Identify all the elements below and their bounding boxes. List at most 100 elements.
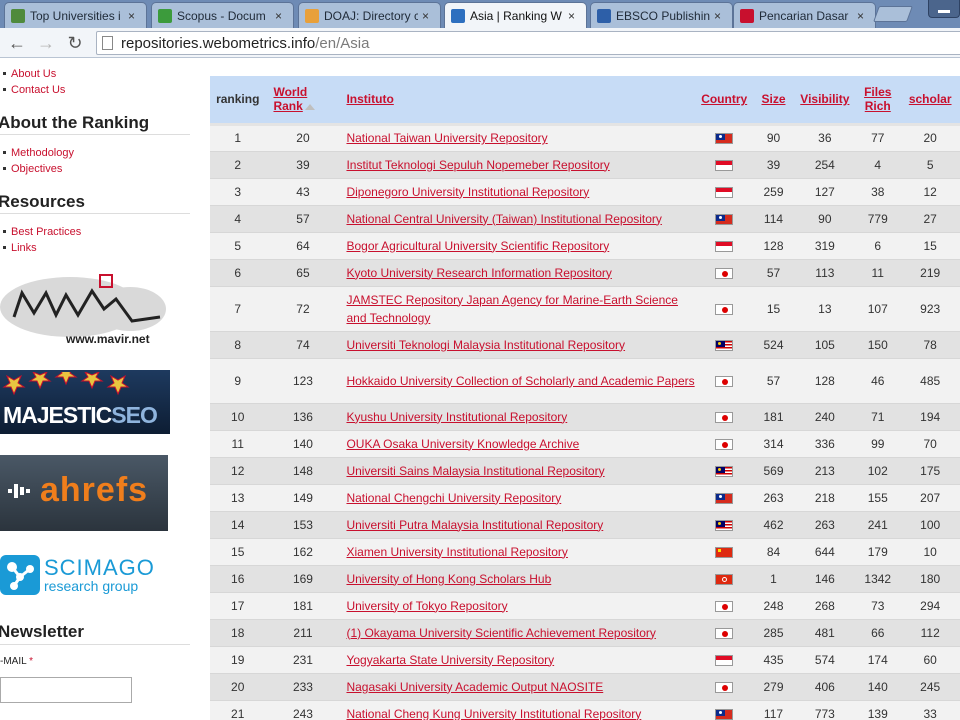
files-rich-cell: 66: [855, 619, 901, 647]
scimago-logo[interactable]: SCIMAGO research group: [0, 551, 168, 601]
table-row: 11 140 OUKA Osaka University Knowledge Arc…: [210, 430, 960, 458]
size-cell: 15: [752, 286, 795, 332]
sidebar-link-best-practices[interactable]: Best Practices: [0, 226, 81, 238]
column-header-instituto[interactable]: Instituto: [340, 76, 696, 126]
majestic-seo-logo[interactable]: MAJESTICSEO: [0, 370, 170, 434]
scholar-cell: 207: [900, 484, 960, 512]
table-row: 14 153 Universiti Putra Malaysia Instituti…: [210, 511, 960, 539]
institution-cell: Universiti Putra Malaysia Institutional …: [340, 511, 696, 539]
column-header-scholar[interactable]: scholar: [900, 76, 960, 126]
sidebar-link-methodology[interactable]: Methodology: [0, 147, 74, 159]
files-rich-cell: 139: [855, 700, 901, 720]
scholar-sort-link[interactable]: scholar: [909, 92, 952, 106]
institution-cell: Nagasaki University Academic Output NAOS…: [340, 673, 696, 701]
instituto-sort-link[interactable]: Instituto: [346, 92, 393, 106]
country-cell: [695, 430, 753, 458]
scholar-cell: 180: [900, 565, 960, 593]
column-header-visibility[interactable]: Visibility: [794, 76, 856, 126]
japan-flag-icon: [715, 411, 734, 423]
divider: [0, 644, 190, 645]
sidebar-link-contact-us[interactable]: Contact Us: [0, 84, 65, 96]
close-tab-icon[interactable]: ×: [422, 9, 434, 23]
malaysia-flag-icon: [715, 519, 734, 531]
files-rich-cell: 155: [855, 484, 901, 512]
close-tab-icon[interactable]: ×: [275, 9, 287, 23]
taiwan-flag-icon: [715, 708, 734, 720]
reload-icon[interactable]: ↻: [64, 32, 86, 54]
sidebar-link-about-us[interactable]: About Us: [0, 68, 56, 80]
scholar-cell: 923: [900, 286, 960, 332]
world-rank-sort-link[interactable]: World Rank: [273, 85, 307, 113]
institution-link[interactable]: Xiamen University Institutional Reposito…: [346, 545, 567, 559]
institution-link[interactable]: OUKA Osaka University Knowledge Archive: [346, 437, 579, 451]
files-rich-cell: 4: [855, 151, 901, 179]
institution-link[interactable]: University of Tokyo Repository: [346, 599, 507, 613]
institution-link[interactable]: Yogyakarta State University Repository: [346, 653, 554, 667]
country-cell: [695, 457, 753, 485]
window-minimize-button[interactable]: [928, 0, 960, 18]
institution-link[interactable]: National Central University (Taiwan) Ins…: [346, 212, 661, 226]
institution-link[interactable]: National Taiwan University Repository: [346, 131, 547, 145]
institution-link[interactable]: Universiti Putra Malaysia Institutional …: [346, 518, 603, 532]
ranking-table: ranking World Rank Instituto Country Size…: [210, 76, 960, 720]
files-rich-sort-link[interactable]: Files Rich: [864, 85, 891, 113]
ranking-cell: 4: [210, 205, 266, 233]
files-rich-cell: 46: [855, 358, 901, 404]
ranking-cell: 20: [210, 673, 266, 701]
browser-tab[interactable]: Asia | Ranking W ×: [444, 2, 587, 28]
institution-link[interactable]: Bogor Agricultural University Scientific…: [346, 239, 609, 253]
column-header-size[interactable]: Size: [752, 76, 795, 126]
table-row: 20 233 Nagasaki University Academic Output…: [210, 673, 960, 701]
institution-link[interactable]: Kyoto University Research Information Re…: [346, 266, 611, 280]
institution-link[interactable]: Nagasaki University Academic Output NAOS…: [346, 680, 603, 694]
size-sort-link[interactable]: Size: [761, 92, 785, 106]
visibility-cell: 113: [794, 259, 856, 287]
size-cell: 84: [752, 538, 795, 566]
institution-link[interactable]: Institut Teknologi Sepuluh Nopemeber Rep…: [346, 158, 609, 172]
browser-tab[interactable]: EBSCO Publishin ×: [590, 2, 733, 28]
institution-link[interactable]: University of Hong Kong Scholars Hub: [346, 572, 551, 586]
browser-tab[interactable]: DOAJ: Directory c ×: [298, 2, 441, 28]
ranking-cell: 21: [210, 700, 266, 720]
country-cell: [695, 619, 753, 647]
address-bar[interactable]: repositories.webometrics.info/en/Asia: [96, 31, 960, 55]
forward-arrow-icon[interactable]: →: [35, 32, 57, 54]
institution-link[interactable]: Diponegoro University Institutional Repo…: [346, 185, 589, 199]
table-row: 5 64 Bogor Agricultural University Scienti…: [210, 232, 960, 260]
close-tab-icon[interactable]: ×: [714, 9, 726, 23]
close-tab-icon[interactable]: ×: [568, 9, 580, 23]
institution-link[interactable]: Universiti Sains Malaysia Institutional …: [346, 464, 604, 478]
size-cell: 524: [752, 331, 795, 359]
back-arrow-icon[interactable]: ←: [6, 32, 28, 54]
sidebar-link-objectives[interactable]: Objectives: [0, 163, 62, 175]
visibility-cell: 13: [794, 286, 856, 332]
browser-tab[interactable]: Top Universities i ×: [4, 2, 147, 28]
size-cell: 1: [752, 565, 795, 593]
institution-link[interactable]: National Chengchi University Repository: [346, 491, 561, 505]
institution-link[interactable]: National Cheng Kung University Instituti…: [346, 707, 641, 720]
email-field[interactable]: [0, 677, 132, 703]
close-tab-icon[interactable]: ×: [128, 9, 140, 23]
institution-link[interactable]: JAMSTEC Repository Japan Agency for Mari…: [346, 293, 677, 325]
sidebar-link-links[interactable]: Links: [0, 242, 37, 254]
browser-tab[interactable]: Pencarian Dasar ×: [733, 2, 876, 28]
column-header-world-rank[interactable]: World Rank: [265, 76, 341, 126]
new-tab-button[interactable]: [873, 6, 913, 22]
mavir-logo[interactable]: www.mavir.net: [0, 269, 168, 349]
close-tab-icon[interactable]: ×: [857, 9, 869, 23]
browser-tab[interactable]: Scopus - Docum ×: [151, 2, 294, 28]
world-rank-cell: 153: [265, 511, 341, 539]
column-header-files-rich[interactable]: Files Rich: [855, 76, 901, 126]
scholar-cell: 20: [900, 124, 960, 152]
institution-link[interactable]: (1) Okayama University Scientific Achiev…: [346, 626, 655, 640]
taiwan-flag-icon: [715, 213, 734, 225]
institution-link[interactable]: Universiti Teknologi Malaysia Institutio…: [346, 338, 625, 352]
scholar-cell: 5: [900, 151, 960, 179]
institution-link[interactable]: Hokkaido University Collection of Schola…: [346, 374, 694, 388]
files-rich-cell: 73: [855, 592, 901, 620]
institution-link[interactable]: Kyushu University Institutional Reposito…: [346, 410, 567, 424]
column-header-country[interactable]: Country: [695, 76, 753, 126]
visibility-sort-link[interactable]: Visibility: [800, 92, 849, 106]
country-sort-link[interactable]: Country: [701, 92, 747, 106]
ahrefs-logo[interactable]: ahrefs: [0, 455, 168, 531]
